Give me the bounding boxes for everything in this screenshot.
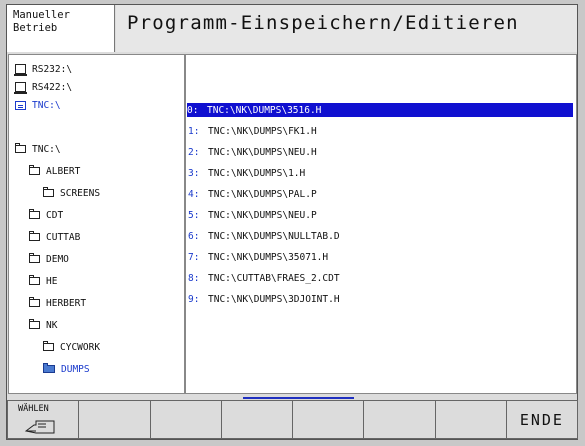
softkey-2[interactable] [78,400,151,439]
drive-icon [14,64,27,76]
tree-item[interactable]: ALBERT [29,163,80,179]
tree-item[interactable]: NK [29,317,57,333]
softkey-6[interactable] [363,400,436,439]
file-row[interactable]: 8: TNC:\CUTTAB\FRAES_2.CDT [188,271,340,285]
hand-pointer-icon [24,420,55,434]
file-index: 5: [188,209,200,221]
folder-icon [29,253,40,263]
page-title-bar: Programm-Einspeichern/Editieren [116,5,577,52]
folder-open-icon [43,363,55,373]
tree-item-label: ALBERT [46,165,81,177]
folder-icon [43,187,54,197]
softkey-7[interactable] [434,400,507,439]
file-index: 7: [188,251,200,263]
file-row[interactable]: 7: TNC:\NK\DUMPS\35071.H [188,250,328,264]
tree-item-label: DUMPS [61,363,90,375]
tree-item-label: TNC:\ [32,99,61,111]
softkey-bar: WÄHLEN ENDE [7,400,578,439]
file-index: 1: [188,125,200,137]
directory-tree-panel: RS232:\ RS422:\ TNC:\ TNC:\ ALBERT SCREENS CDT… [8,54,185,394]
file-row[interactable]: 0: TNC:\NK\DUMPS\3516.H [187,103,573,117]
file-row[interactable]: 9: TNC:\NK\DUMPS\3DJOINT.H [188,292,340,306]
file-index: 2: [188,146,200,158]
file-path: TNC:\NK\DUMPS\35071.H [208,251,329,263]
file-path: TNC:\NK\DUMPS\PAL.P [208,188,317,200]
file-index: 6: [188,230,200,242]
file-row[interactable]: 3: TNC:\NK\DUMPS\1.H [188,166,305,180]
tree-item-label: HE [46,275,58,287]
file-path: TNC:\NK\DUMPS\3516.H [207,104,322,116]
ende-softkey[interactable]: ENDE [505,400,578,439]
file-row[interactable]: 4: TNC:\NK\DUMPS\PAL.P [188,187,317,201]
tree-item[interactable]: CUTTAB [29,229,80,245]
folder-icon [29,165,40,175]
folder-icon [29,275,40,285]
tree-item[interactable]: HE [29,273,57,289]
tnc-drive-icon [15,100,26,110]
drive-icon [14,82,27,94]
tree-item[interactable]: DEMO [29,251,69,267]
tree-item[interactable]: RS232:\ [14,61,73,77]
tree-item-label: SCREENS [60,187,101,199]
softkey-3[interactable] [149,400,222,439]
mode-line-2: Betrieb [13,22,58,34]
tree-item[interactable]: SCREENS [43,185,100,201]
tree-item[interactable]: RS422:\ [14,79,73,95]
tree-item[interactable]: TNC:\ [15,97,61,113]
page-title: Programm-Einspeichern/Editieren [127,12,519,34]
file-path: TNC:\NK\DUMPS\3DJOINT.H [208,293,340,305]
tree-item[interactable]: HERBERT [29,295,86,311]
softkey-5[interactable] [292,400,365,439]
file-index: 0: [187,104,199,116]
waehlen-softkey[interactable]: WÄHLEN [7,400,80,439]
file-path: TNC:\NK\DUMPS\NEU.H [208,146,317,158]
file-index: 9: [188,293,200,305]
tree-item-label: TNC:\ [32,143,61,155]
folder-icon [29,231,40,241]
tree-item[interactable]: DUMPS [43,361,90,377]
folder-icon [43,341,54,351]
mode-indicator: Manueller Betrieb [7,5,115,52]
file-path: TNC:\NK\DUMPS\NULLTAB.D [208,230,340,242]
tree-item-label: CDT [46,209,64,221]
tree-item-label: DEMO [46,253,69,265]
tree-item[interactable]: CYCWORK [43,339,100,355]
file-index: 4: [188,188,200,200]
tree-item-label: RS422:\ [32,81,73,93]
mode-line-1: Manueller [13,9,70,21]
file-path: TNC:\NK\DUMPS\1.H [208,167,306,179]
file-path: TNC:\NK\DUMPS\FK1.H [208,125,317,137]
folder-icon [29,209,40,219]
folder-icon [15,143,26,153]
tree-item-label: CUTTAB [46,231,81,243]
softkey-4[interactable] [220,400,293,439]
tree-item[interactable]: TNC:\ [15,141,61,157]
file-row[interactable]: 5: TNC:\NK\DUMPS\NEU.P [188,208,317,222]
tree-item-label: NK [46,319,58,331]
file-path: TNC:\NK\DUMPS\NEU.P [208,209,317,221]
tree-item-label: HERBERT [46,297,87,309]
file-list-panel: 0: TNC:\NK\DUMPS\3516.H 1: TNC:\NK\DUMPS\FK… [185,54,577,394]
scroll-indicator[interactable] [243,397,354,399]
file-row[interactable]: 6: TNC:\NK\DUMPS\NULLTAB.D [188,229,340,243]
folder-icon [29,297,40,307]
tree-item-label: CYCWORK [60,341,101,353]
folder-icon [29,319,40,329]
file-row[interactable]: 2: TNC:\NK\DUMPS\NEU.H [188,145,317,159]
file-index: 3: [188,167,200,179]
waehlen-label: WÄHLEN [18,404,49,414]
file-index: 8: [188,272,200,284]
file-path: TNC:\CUTTAB\FRAES_2.CDT [208,272,340,284]
tree-item[interactable]: CDT [29,207,63,223]
file-row[interactable]: 1: TNC:\NK\DUMPS\FK1.H [188,124,317,138]
ende-label: ENDE [519,411,564,429]
tree-item-label: RS232:\ [32,63,73,75]
